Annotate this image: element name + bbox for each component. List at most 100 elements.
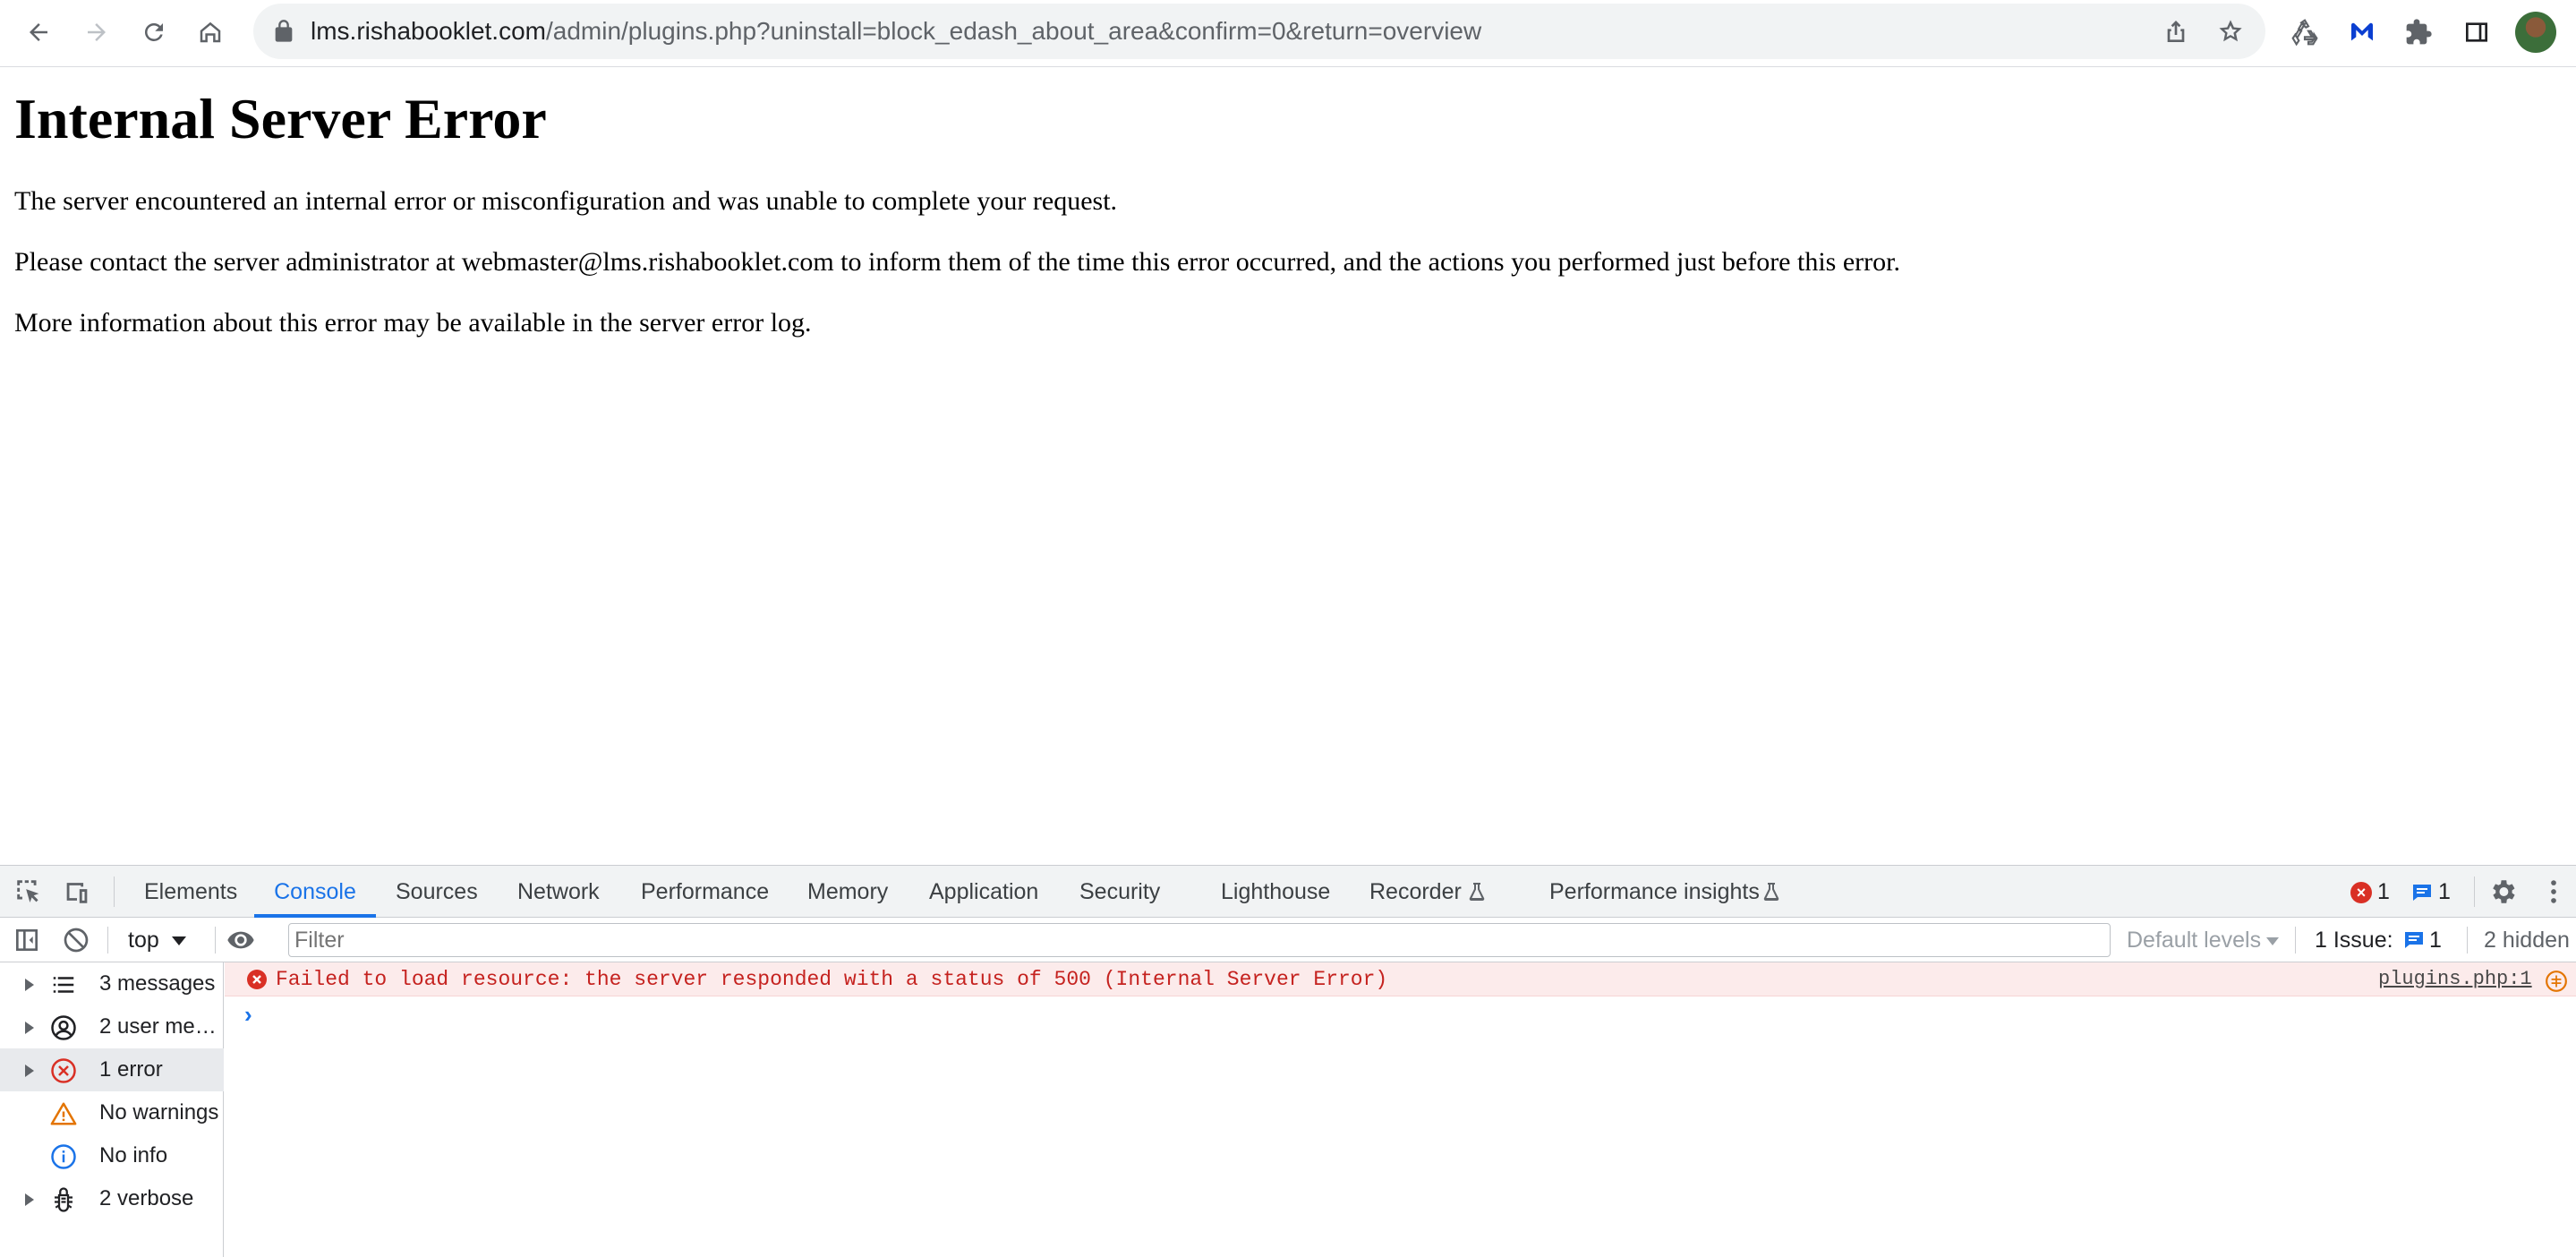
tab-network[interactable]: Network — [517, 866, 600, 918]
clear-console-icon[interactable] — [62, 926, 90, 954]
sidebar-item-label: No warnings — [99, 1100, 219, 1124]
tab-security[interactable]: Security — [1079, 866, 1160, 918]
url-text: lms.rishabooklet.com/admin/plugins.php?u… — [311, 16, 1481, 47]
home-button[interactable] — [189, 11, 232, 54]
tab-performance-insights[interactable]: Performance insights — [1549, 866, 1760, 918]
expand-arrow-icon[interactable] — [25, 979, 34, 991]
share-icon[interactable] — [2162, 17, 2190, 46]
sidebar-item-info[interactable]: No info — [0, 1134, 224, 1177]
sidebar-item-label: 3 messages — [99, 971, 216, 996]
extensions-button[interactable] — [2399, 13, 2438, 52]
issue-message-icon — [2405, 932, 2423, 948]
address-bar[interactable]: lms.rishabooklet.com/admin/plugins.php?u… — [253, 4, 2265, 59]
error-icon — [247, 970, 267, 989]
live-expression-eye-icon[interactable] — [224, 926, 258, 954]
sidebar-item-user-messages[interactable]: 2 user me… — [0, 1005, 224, 1048]
console-filter-input[interactable] — [288, 923, 2111, 957]
console-sidebar: 3 messages 2 user me… 1 error No warning… — [0, 962, 224, 1257]
lock-icon[interactable] — [271, 19, 296, 44]
log-levels-label: Default levels — [2127, 928, 2262, 953]
tab-elements[interactable]: Elements — [144, 866, 237, 918]
log-levels-dropdown[interactable]: Default levels — [2127, 918, 2280, 962]
back-icon — [30, 23, 47, 41]
contact-admin-text: Please contact the server administrator … — [14, 247, 1900, 277]
browser-toolbar: lms.rishabooklet.com/admin/plugins.php?u… — [0, 0, 2576, 67]
console-error-message: Failed to load resource: the server resp… — [276, 968, 1388, 991]
settings-gear-icon[interactable] — [2487, 876, 2518, 907]
error-count-icon[interactable]: × — [2350, 882, 2372, 903]
message-count[interactable]: 1 — [2438, 866, 2451, 918]
expand-arrow-icon[interactable] — [25, 1193, 34, 1206]
message-count-icon[interactable] — [2411, 883, 2433, 902]
sidebar-item-messages[interactable]: 3 messages — [0, 962, 224, 1005]
inspect-element-icon[interactable] — [13, 876, 44, 907]
profile-avatar[interactable] — [2515, 12, 2556, 53]
side-panel-button[interactable] — [2457, 13, 2496, 52]
error-icon — [51, 1058, 76, 1083]
context-select[interactable]: top — [128, 918, 186, 962]
error-count[interactable]: 1 — [2377, 866, 2390, 918]
sidebar-item-label: 2 user me… — [99, 1014, 217, 1039]
home-icon — [200, 21, 221, 43]
more-options-icon[interactable] — [2538, 876, 2569, 907]
page-title: Internal Server Error — [14, 87, 547, 150]
filter-separator — [2295, 927, 2296, 953]
error-page: Internal Server Error The server encount… — [14, 67, 2556, 339]
list-icon — [53, 977, 74, 993]
sidebar-item-label: No info — [99, 1143, 168, 1167]
filter-separator — [107, 927, 108, 953]
url-path: /admin/plugins.php?uninstall=block_edash… — [545, 17, 1482, 45]
console-prompt[interactable]: › — [244, 998, 252, 1030]
tab-lighthouse[interactable]: Lighthouse — [1221, 866, 1330, 918]
console-messages: Failed to load resource: the server resp… — [225, 962, 2576, 1257]
tab-separator — [2474, 876, 2475, 907]
extensions-puzzle-icon — [2406, 19, 2432, 45]
reload-button[interactable] — [132, 11, 175, 54]
context-select-value: top — [128, 928, 159, 953]
console-error-row[interactable]: Failed to load resource: the server resp… — [225, 962, 2576, 996]
tab-recorder-label: Recorder — [1369, 879, 1462, 904]
tab-sources[interactable]: Sources — [396, 866, 478, 918]
prompt-chevron-icon: › — [244, 1001, 252, 1028]
recycle-extension-button[interactable] — [2285, 13, 2324, 52]
issues-label: 1 Issue: — [2315, 928, 2393, 953]
tab-application[interactable]: Application — [929, 866, 1038, 918]
malwarebytes-extension-button[interactable] — [2342, 13, 2382, 52]
forward-icon — [88, 23, 106, 41]
tab-performance[interactable]: Performance — [641, 866, 769, 918]
issues-button[interactable]: 1 Issue: — [2315, 918, 2393, 962]
filter-separator — [2467, 927, 2468, 953]
error-log-text: More information about this error may be… — [14, 308, 812, 338]
tab-separator — [114, 876, 115, 907]
sidebar-toggle-icon[interactable] — [13, 926, 41, 954]
tab-performance-insights-label: Performance insights — [1549, 879, 1760, 904]
expand-arrow-icon[interactable] — [25, 1065, 34, 1077]
sidebar-item-label: 1 error — [99, 1057, 163, 1082]
bookmark-star-icon[interactable] — [2216, 17, 2245, 46]
url-host: lms.rishabooklet.com — [311, 17, 546, 45]
tab-recorder[interactable]: Recorder — [1369, 866, 1462, 918]
sidebar-item-errors[interactable]: 1 error — [0, 1048, 224, 1091]
error-description: The server encountered an internal error… — [14, 186, 1118, 216]
reload-icon — [144, 22, 163, 41]
device-toolbar-icon[interactable] — [62, 876, 92, 907]
forward-button[interactable] — [75, 11, 118, 54]
malwarebytes-extension-icon — [2351, 22, 2373, 41]
tab-memory[interactable]: Memory — [807, 866, 888, 918]
back-button[interactable] — [17, 11, 60, 54]
devtools-panel: Elements Console Sources Network Perform… — [0, 865, 2576, 1257]
expand-arrow-icon[interactable] — [25, 1022, 34, 1034]
warning-icon — [50, 1102, 77, 1125]
sidebar-item-verbose[interactable]: 2 verbose — [0, 1177, 224, 1220]
sidebar-item-label: 2 verbose — [99, 1186, 194, 1210]
tab-console[interactable]: Console — [254, 866, 376, 918]
flask-experimental-icon — [1763, 883, 1779, 902]
sidebar-item-warnings[interactable]: No warnings — [0, 1091, 224, 1134]
network-request-icon[interactable] — [2545, 970, 2568, 993]
error-source-link[interactable]: plugins.php:1 — [2378, 962, 2532, 996]
chevron-down-icon — [171, 936, 186, 946]
issues-count[interactable]: 1 — [2429, 918, 2442, 962]
user-icon — [51, 1015, 76, 1040]
devtools-tab-bar: Elements Console Sources Network Perform… — [0, 866, 2576, 918]
flask-experimental-icon — [1469, 883, 1485, 902]
